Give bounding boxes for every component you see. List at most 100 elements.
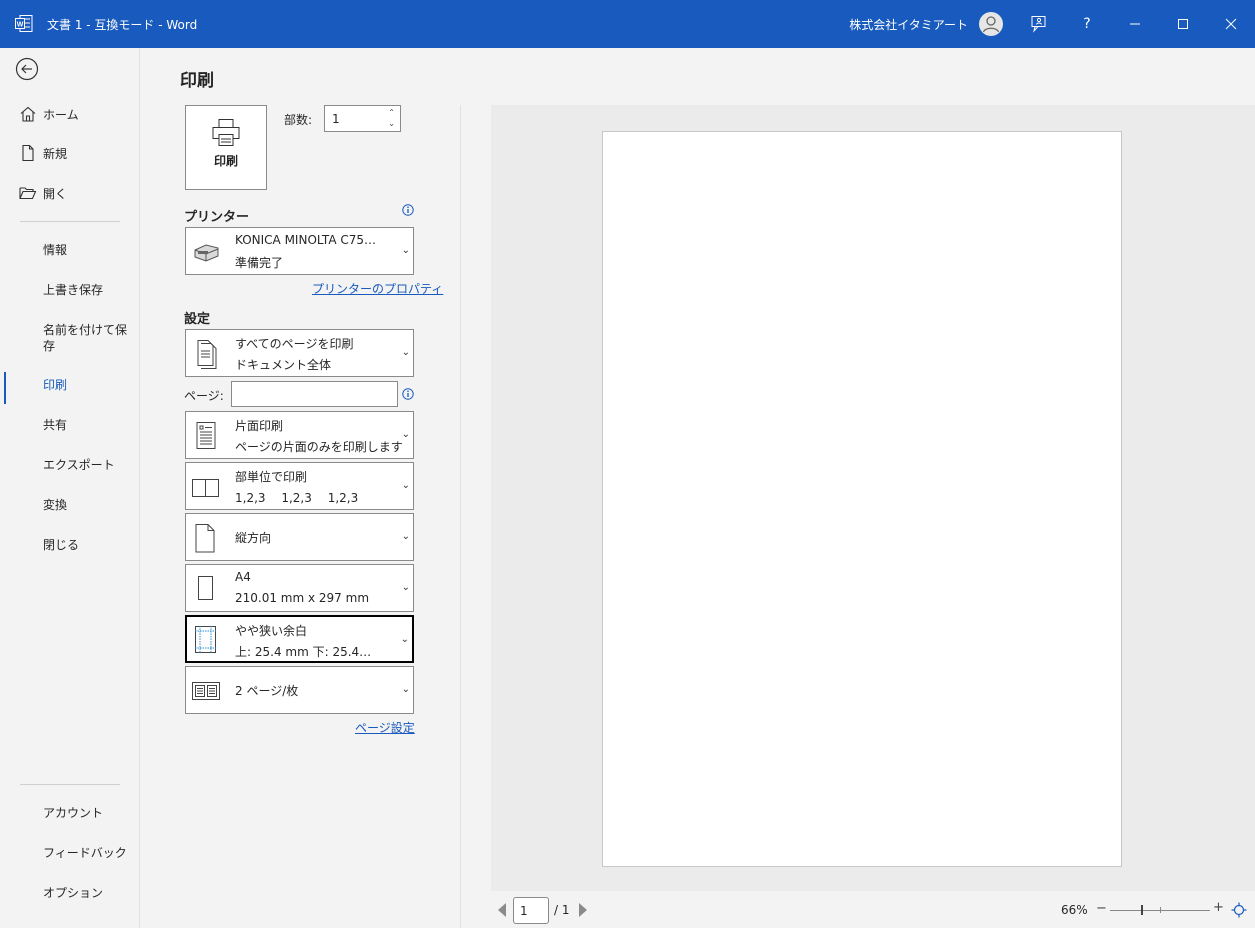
print-range-dropdown[interactable]: すべてのページを印刷 ドキュメント全体 ⌄ (185, 329, 414, 377)
portrait-icon (195, 524, 215, 553)
setting-line1: 片面印刷 (235, 419, 284, 433)
maximize-icon (1178, 19, 1188, 29)
help-button[interactable]: ? (1064, 0, 1110, 48)
pages-label: ページ: (184, 389, 224, 403)
nav-divider (20, 784, 120, 785)
nav-item-convert[interactable]: 変換 (0, 487, 139, 521)
setting-line1: やや狭い余白 (235, 624, 308, 638)
settings-section-title: 設定 (184, 312, 211, 327)
chevron-down-icon: ⌄ (401, 245, 410, 256)
previous-page-button[interactable] (498, 903, 506, 917)
nav-item-label: 情報 (43, 242, 68, 257)
info-icon[interactable] (402, 388, 414, 400)
printer-properties-link[interactable]: プリンターのプロパティ (312, 280, 443, 297)
setting-line2: 1,2,3 1,2,3 1,2,3 (235, 491, 359, 505)
copies-value: 1 (332, 112, 340, 126)
next-page-button[interactable] (579, 903, 587, 917)
nav-item-share[interactable]: 共有 (0, 407, 139, 441)
minimize-button[interactable] (1112, 0, 1158, 48)
margins-icon (195, 626, 216, 653)
zoom-slider-thumb[interactable] (1141, 905, 1143, 915)
title-bar: W 文書 1 - 互換モード - Word 株式会社イタミアート ? (0, 0, 1255, 48)
printer-icon (212, 119, 240, 146)
nav-item-label: 開く (43, 186, 68, 201)
nav-item-label: 変換 (43, 497, 68, 512)
nav-item-save-as[interactable]: 名前を付けて保存 (43, 322, 129, 354)
preview-page (602, 131, 1122, 867)
page-setup-link[interactable]: ページ設定 (355, 719, 415, 736)
printer-status: 準備完了 (235, 256, 284, 270)
printer-name: KONICA MINOLTA C75… (235, 233, 376, 247)
spin-up-icon[interactable]: ⌃ (388, 108, 395, 117)
user-icon (982, 16, 1000, 33)
duplex-dropdown[interactable]: 片面印刷 ページの片面のみを印刷します ⌄ (185, 411, 414, 459)
collate-dropdown[interactable]: 部単位で印刷 1,2,3 1,2,3 1,2,3 ⌄ (185, 462, 414, 510)
feedback-button[interactable] (1016, 0, 1062, 48)
spin-down-icon[interactable]: ⌄ (388, 119, 395, 128)
zoom-out-button[interactable]: − (1096, 901, 1107, 916)
nav-item-close[interactable]: 閉じる (0, 527, 139, 561)
chevron-down-icon: ⌄ (401, 531, 410, 542)
back-arrow-icon[interactable] (15, 57, 39, 81)
one-sided-icon (196, 422, 216, 449)
chevron-down-icon: ⌄ (401, 684, 410, 695)
current-page-input[interactable]: 1 (513, 897, 549, 924)
nav-item-export[interactable]: エクスポート (0, 447, 139, 481)
collate-icon (192, 479, 219, 497)
page-title: 印刷 (180, 71, 214, 91)
print-button[interactable]: 印刷 (185, 105, 267, 190)
zoom-in-button[interactable]: + (1213, 900, 1224, 915)
nav-item-account[interactable]: アカウント (0, 795, 139, 829)
nav-item-options[interactable]: オプション (0, 875, 139, 909)
total-pages: / 1 (554, 903, 570, 917)
backstage-nav: ホーム 新規 開く 情報 上書き保存 名前を付けて保存 印刷 共有 エクスポート… (0, 48, 140, 928)
nav-item-label: 共有 (43, 417, 68, 432)
folder-open-icon (19, 187, 37, 200)
copies-stepper[interactable]: 1 ⌃ ⌄ (324, 105, 401, 132)
nav-item-open[interactable]: 開く (0, 176, 139, 210)
nav-item-label: 上書き保存 (43, 282, 104, 297)
nav-item-feedback[interactable]: フィードバック (0, 835, 139, 869)
maximize-button[interactable] (1160, 0, 1206, 48)
zoom-slider-midmark (1160, 907, 1161, 913)
window-title: 文書 1 - 互換モード - Word (47, 18, 198, 32)
nav-item-new[interactable]: 新規 (0, 136, 139, 170)
setting-line1: A4 (235, 570, 251, 584)
nav-item-label: フィードバック (43, 845, 127, 860)
word-app-icon: W (15, 15, 33, 32)
copies-label: 部数: (284, 113, 313, 127)
svg-text:W: W (17, 22, 24, 29)
printer-dropdown[interactable]: KONICA MINOLTA C75… 準備完了 ⌄ (185, 227, 414, 275)
account-name[interactable]: 株式会社イタミアート (849, 16, 968, 33)
setting-line1: 縦方向 (235, 531, 272, 545)
nav-divider (20, 221, 120, 222)
pages-input[interactable] (231, 381, 398, 407)
chevron-down-icon: ⌄ (401, 429, 410, 440)
chevron-down-icon: ⌄ (400, 634, 409, 645)
pages-per-sheet-dropdown[interactable]: 2 ページ/枚 ⌄ (185, 666, 414, 714)
pages-icon (197, 340, 217, 369)
close-button[interactable] (1208, 0, 1254, 48)
paper-size-dropdown[interactable]: A4 210.01 mm x 297 mm ⌄ (185, 564, 414, 612)
orientation-dropdown[interactable]: 縦方向 ⌄ (185, 513, 414, 561)
info-icon[interactable] (402, 204, 414, 216)
margins-dropdown[interactable]: やや狭い余白 上: 25.4 mm 下: 25.4… ⌄ (185, 615, 414, 663)
paper-size-icon (198, 576, 213, 600)
zoom-level[interactable]: 66% (1061, 903, 1088, 917)
setting-line2: ページの片面のみを印刷します (235, 440, 403, 454)
nav-item-home[interactable]: ホーム (0, 97, 139, 131)
nav-item-info[interactable]: 情報 (0, 232, 139, 266)
avatar[interactable] (979, 12, 1003, 36)
zoom-to-page-icon[interactable] (1231, 902, 1247, 918)
setting-line1: 部単位で印刷 (235, 470, 308, 484)
new-doc-icon (22, 145, 34, 161)
nav-item-label: アカウント (43, 805, 104, 820)
nav-item-save[interactable]: 上書き保存 (0, 272, 139, 306)
printer-device-icon (194, 244, 219, 262)
chevron-down-icon: ⌄ (401, 347, 410, 358)
feedback-icon (1031, 16, 1046, 33)
nav-item-print[interactable]: 印刷 (0, 367, 139, 404)
setting-line2: 上: 25.4 mm 下: 25.4… (235, 645, 372, 659)
nav-item-label: ホーム (43, 107, 79, 122)
minimize-icon (1130, 23, 1140, 25)
